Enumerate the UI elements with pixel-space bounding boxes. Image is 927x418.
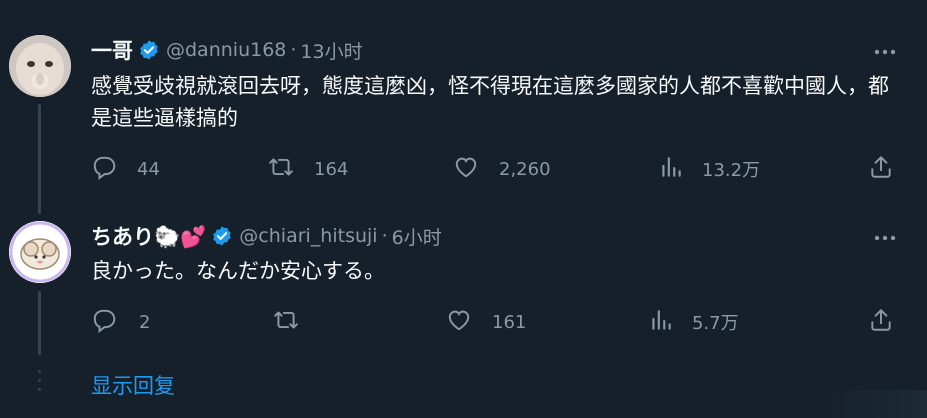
- avatar[interactable]: [9, 221, 71, 283]
- tweet-header: 一哥 @danniu168 · 13小时: [91, 35, 363, 65]
- views-button[interactable]: 13.2万: [658, 154, 760, 184]
- retweet-button[interactable]: [273, 307, 319, 337]
- display-name[interactable]: ちあり🐑💕: [91, 221, 206, 251]
- views-icon: [658, 154, 684, 184]
- reply-button[interactable]: 44: [91, 154, 160, 184]
- timestamp[interactable]: 6小时: [392, 223, 442, 250]
- tweet-text: 感覺受歧視就滾回去呀，態度這麼凶，怪不得現在這麼多國家的人都不喜歡中國人，都是這…: [91, 74, 889, 130]
- show-replies-link[interactable]: 显示回复: [91, 370, 175, 400]
- like-count: 161: [492, 311, 527, 333]
- views-count: 13.2万: [702, 160, 761, 181]
- reply-button[interactable]: 2: [91, 307, 150, 337]
- like-icon: [446, 307, 472, 337]
- like-icon: [453, 154, 479, 184]
- share-button[interactable]: [868, 154, 894, 184]
- retweet-button[interactable]: 164: [268, 154, 348, 184]
- corner-shade: [817, 390, 927, 418]
- more-icon[interactable]: [873, 40, 897, 64]
- tweet-actions: 44 164 2,260 13.2万: [91, 154, 906, 184]
- display-name[interactable]: 一哥: [91, 35, 133, 65]
- reply-icon: [91, 307, 117, 337]
- reply-count: 44: [137, 158, 160, 180]
- timestamp[interactable]: 13小时: [300, 37, 362, 64]
- views-count: 5.7万: [692, 313, 739, 334]
- reply-icon: [91, 154, 117, 184]
- like-button[interactable]: 161: [446, 307, 526, 337]
- thread-line: [38, 291, 41, 355]
- verified-icon: [211, 225, 233, 247]
- retweet-icon: [273, 307, 299, 337]
- share-icon: [868, 307, 894, 337]
- views-button[interactable]: 5.7万: [648, 307, 739, 337]
- tweet-header: ちあり🐑💕 @chiari_hitsuji · 6小时: [91, 221, 442, 251]
- like-count: 2,260: [499, 158, 551, 180]
- retweet-count: 164: [314, 158, 349, 180]
- tweet[interactable]: 一哥 @danniu168 · 13小时 感覺受歧視就滾回去呀，態度這麼凶，怪不…: [0, 0, 927, 214]
- separator: ·: [290, 39, 297, 61]
- views-icon: [648, 307, 674, 337]
- share-button[interactable]: [868, 307, 894, 337]
- like-button[interactable]: 2,260: [453, 154, 551, 184]
- reply-count: 2: [139, 311, 151, 333]
- retweet-icon: [268, 154, 294, 184]
- handle[interactable]: @chiari_hitsuji: [239, 225, 377, 247]
- tweet-text: 良かった。なんだか安心する。: [91, 259, 385, 283]
- avatar[interactable]: [9, 35, 71, 97]
- handle[interactable]: @danniu168: [166, 39, 286, 61]
- verified-icon: [138, 39, 160, 61]
- tweet-actions: 2 161 5.7万: [91, 307, 906, 337]
- more-icon[interactable]: [873, 226, 897, 250]
- thread-dots: [38, 370, 41, 397]
- share-icon: [868, 154, 894, 184]
- separator: ·: [381, 225, 388, 247]
- thread-line: [38, 104, 41, 214]
